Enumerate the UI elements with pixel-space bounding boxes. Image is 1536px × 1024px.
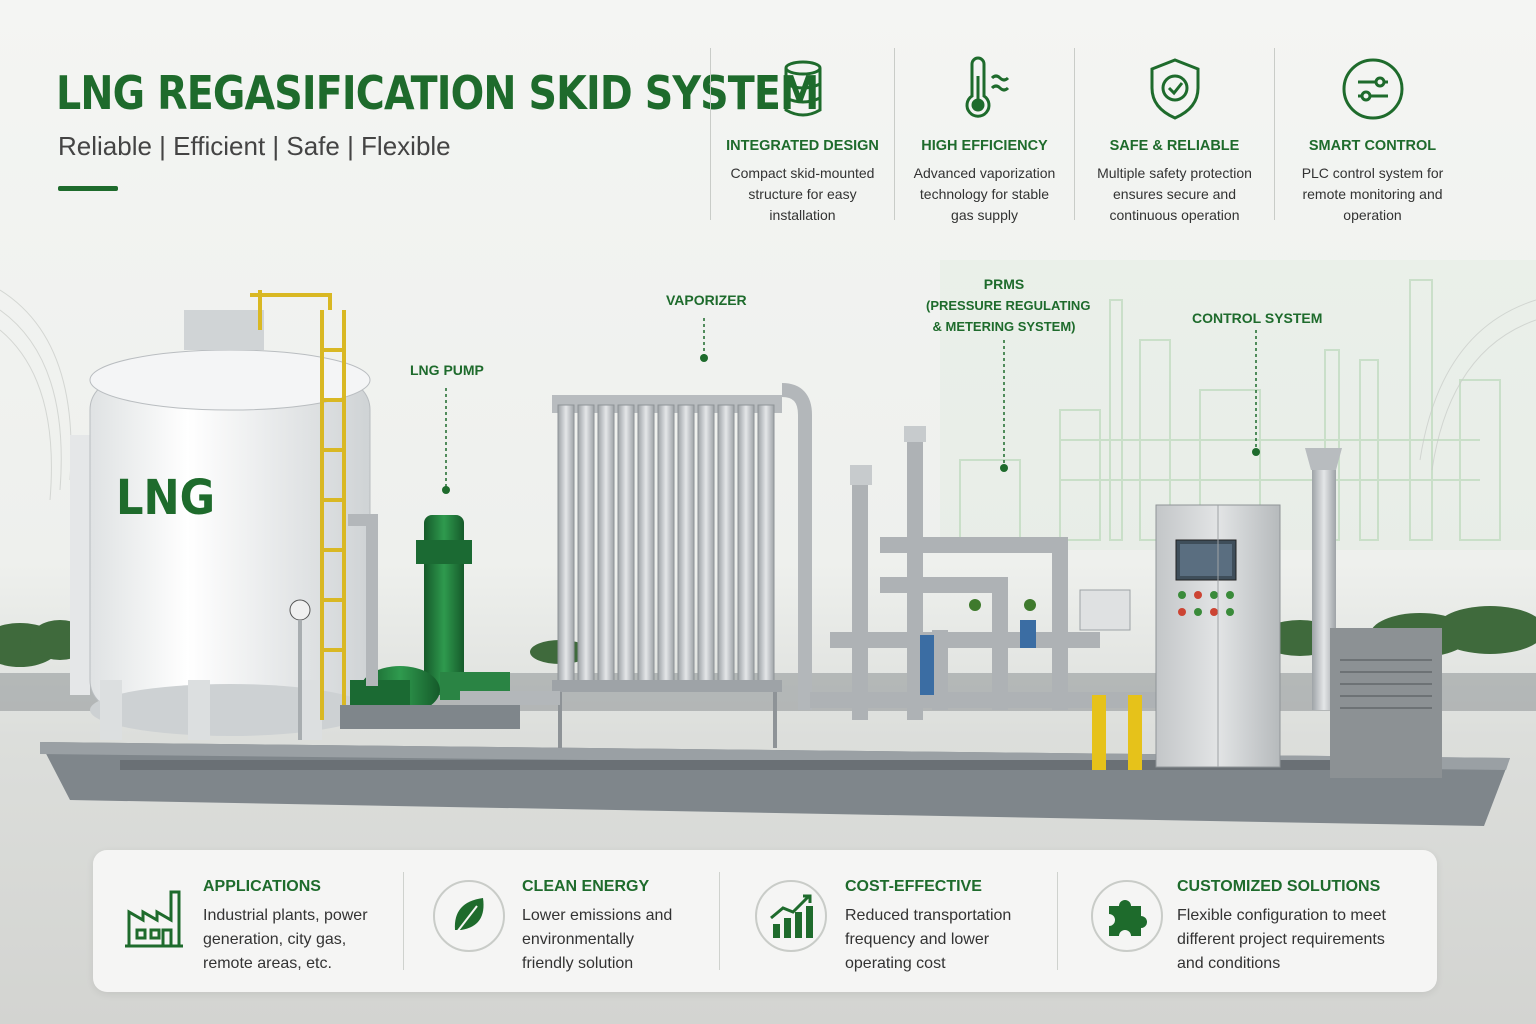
heater-unit: [1330, 628, 1442, 778]
benefit-cost-effective: COST-EFFECTIVE Reduced transportation fre…: [753, 850, 1053, 992]
benefit-description: Flexible configuration to meet different …: [1177, 907, 1386, 972]
benefit-description: Lower emissions and environmentally friend…: [522, 907, 673, 972]
benefits-panel: APPLICATIONS Industrial plants, power gen…: [93, 850, 1437, 992]
benefit-description: Industrial plants, power generation, city…: [203, 907, 368, 972]
benefit-description: Reduced transportation frequency and lowe…: [845, 907, 1012, 972]
feature-description: PLC control system for remote monitoring …: [1301, 165, 1444, 223]
puzzle-piece-icon: [1091, 880, 1163, 952]
feature-title: SAFE & RELIABLE: [1109, 138, 1240, 154]
storage-tank-icon: [784, 60, 821, 117]
benefit-title: APPLICATIONS: [203, 878, 321, 895]
callout-prms-line1: (PRESSURE REGULATING: [926, 298, 1091, 313]
leaf-icon: [433, 880, 505, 952]
feature-description: Multiple safety protection ensures secure…: [1097, 165, 1252, 223]
feature-high-efficiency: HIGH EFFICIENCY Advanced vaporization tec…: [894, 48, 1074, 223]
feature-title: INTEGRATED DESIGN: [726, 138, 879, 154]
panel-divider: [403, 872, 404, 970]
feature-smart-control: SMART CONTROL PLC control system for remo…: [1274, 48, 1470, 223]
page-title: LNG REGASIFICATION SKID SYSTEM: [56, 66, 819, 120]
benefit-applications: APPLICATIONS Industrial plants, power gen…: [123, 850, 423, 992]
control-sliders-icon: [1342, 58, 1403, 120]
equipment-illustration: [0, 260, 1536, 826]
feature-title: HIGH EFFICIENCY: [921, 138, 1048, 154]
benefit-customized-solutions: CUSTOMIZED SOLUTIONS Flexible configurat…: [1089, 850, 1409, 992]
callout-prms-line2: & METERING SYSTEM): [932, 319, 1076, 334]
benefit-title: COST-EFFECTIVE: [845, 878, 982, 895]
callout-vaporizer: VAPORIZER: [666, 292, 747, 308]
shield-check-icon: [1150, 58, 1199, 120]
lng-tank: [70, 310, 371, 740]
thermometer-icon: [965, 56, 1009, 118]
feature-integrated-design: INTEGRATED DESIGN Compact skid-mounted st…: [710, 48, 894, 223]
tank-label: LNG: [116, 470, 216, 526]
panel-divider: [719, 872, 720, 970]
benefit-title: CUSTOMIZED SOLUTIONS: [1177, 878, 1381, 895]
feature-title: SMART CONTROL: [1308, 138, 1437, 154]
feature-description: Advanced vaporization technology for stab…: [913, 165, 1056, 223]
page-subtitle: Reliable | Efficient | Safe | Flexible: [58, 131, 451, 161]
title-underline: [58, 186, 118, 191]
callout-control-system: CONTROL SYSTEM: [1192, 310, 1323, 326]
benefit-clean-energy: CLEAN ENERGY Lower emissions and environm…: [431, 850, 721, 992]
control-cabinet: [1155, 504, 1281, 768]
panel-divider: [1057, 872, 1058, 970]
feature-description: Compact skid-mounted structure for easy in…: [730, 165, 875, 223]
factory-icon: [125, 890, 183, 948]
feature-strip: INTEGRATED DESIGN Compact skid-mounted st…: [710, 48, 1500, 223]
callout-prms: PRMS (PRESSURE REGULATING & METERING SYS…: [926, 274, 1090, 337]
bar-chart-growth-icon: [755, 880, 827, 952]
benefit-title: CLEAN ENERGY: [522, 878, 650, 895]
callout-prms-title: PRMS: [983, 276, 1025, 292]
callout-lng-pump: LNG PUMP: [410, 362, 484, 378]
skid-base: [40, 742, 1510, 826]
feature-safe-reliable: SAFE & RELIABLE Multiple safety protecti…: [1074, 48, 1274, 223]
